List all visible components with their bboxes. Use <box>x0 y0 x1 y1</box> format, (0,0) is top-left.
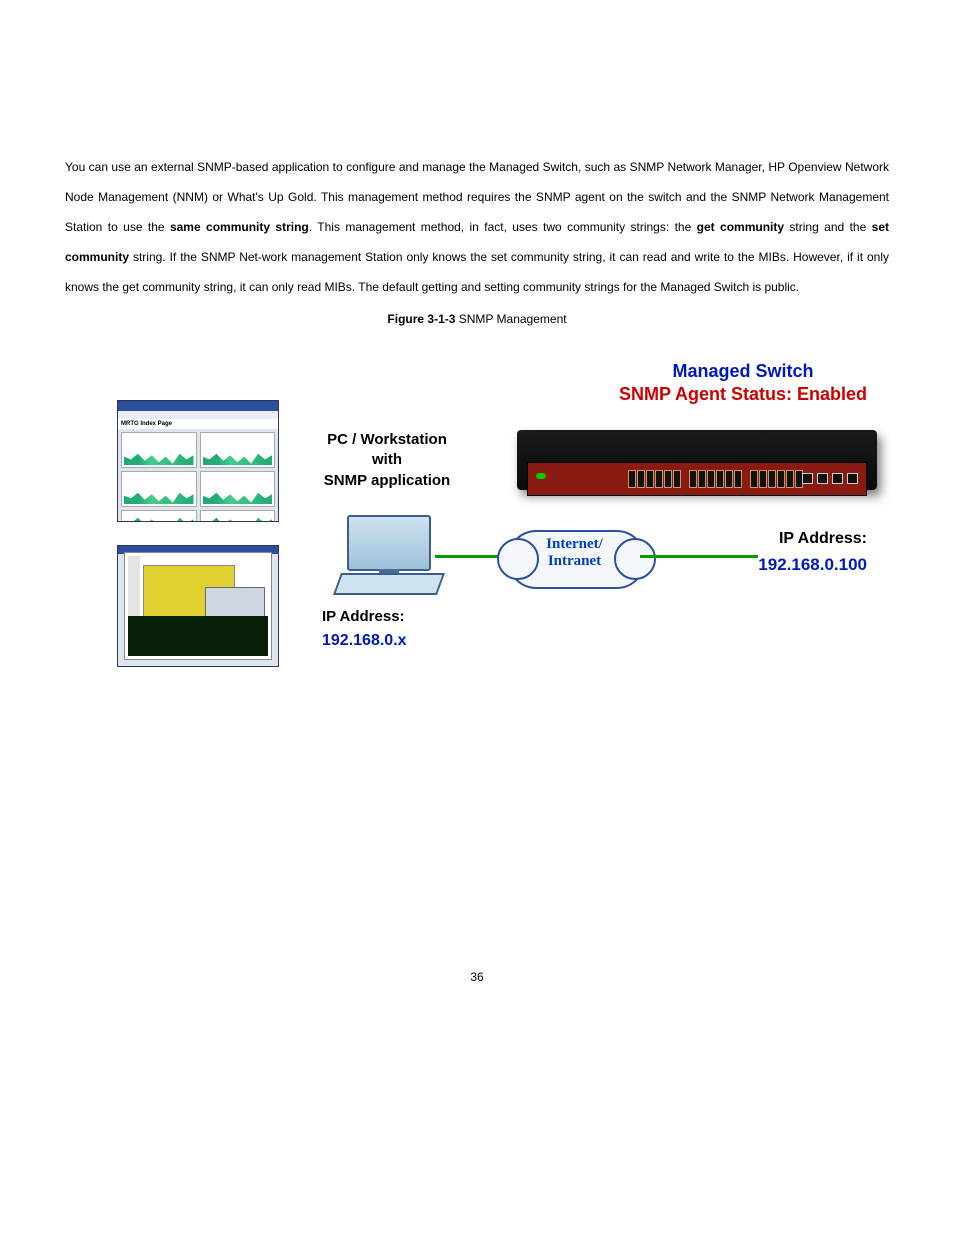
nms-screenshot <box>117 545 279 667</box>
mrtg-screenshot: MRTG Index Page <box>117 400 279 522</box>
switch-title-line2: SNMP Agent Status: Enabled <box>619 383 867 406</box>
mrtg-title: MRTG Index Page <box>118 419 278 429</box>
figure-caption-text: SNMP Management <box>455 312 566 326</box>
figure-diagram: Managed Switch SNMP Agent Status: Enable… <box>67 350 887 710</box>
workstation-icon <box>337 515 442 595</box>
pc-ip-label: IP Address: <box>322 608 405 625</box>
cloud-label-line2: Intranet <box>507 553 642 570</box>
switch-ip-label: IP Address: <box>779 530 867 548</box>
bold-text: get community <box>697 220 784 234</box>
pc-label-line2: with <box>302 450 472 470</box>
text: string. If the SNMP Net-work management … <box>65 250 889 294</box>
switch-title-line1: Managed Switch <box>619 360 867 383</box>
switch-title-block: Managed Switch SNMP Agent Status: Enable… <box>619 360 867 407</box>
pc-label: PC / Workstation with SNMP application <box>302 430 472 491</box>
cloud-label-line1: Internet/ <box>507 536 642 553</box>
switch-icon <box>517 430 877 500</box>
network-link <box>640 555 758 558</box>
text: string and the <box>784 220 872 234</box>
switch-ip-value: 192.168.0.100 <box>758 555 867 575</box>
pc-ip-value: 192.168.0.x <box>322 632 407 650</box>
figure-caption: Figure 3-1-3 SNMP Management <box>65 312 889 326</box>
bold-text: same community string <box>170 220 309 234</box>
pc-label-line1: PC / Workstation <box>302 430 472 450</box>
pc-label-line3: SNMP application <box>302 471 472 491</box>
body-paragraph: You can use an external SNMP-based appli… <box>65 152 889 302</box>
page-number: 36 <box>65 970 889 984</box>
text: . This management method, in fact, uses … <box>309 220 697 234</box>
cloud-label: Internet/ Intranet <box>507 536 642 571</box>
figure-number: Figure 3-1-3 <box>387 312 455 326</box>
